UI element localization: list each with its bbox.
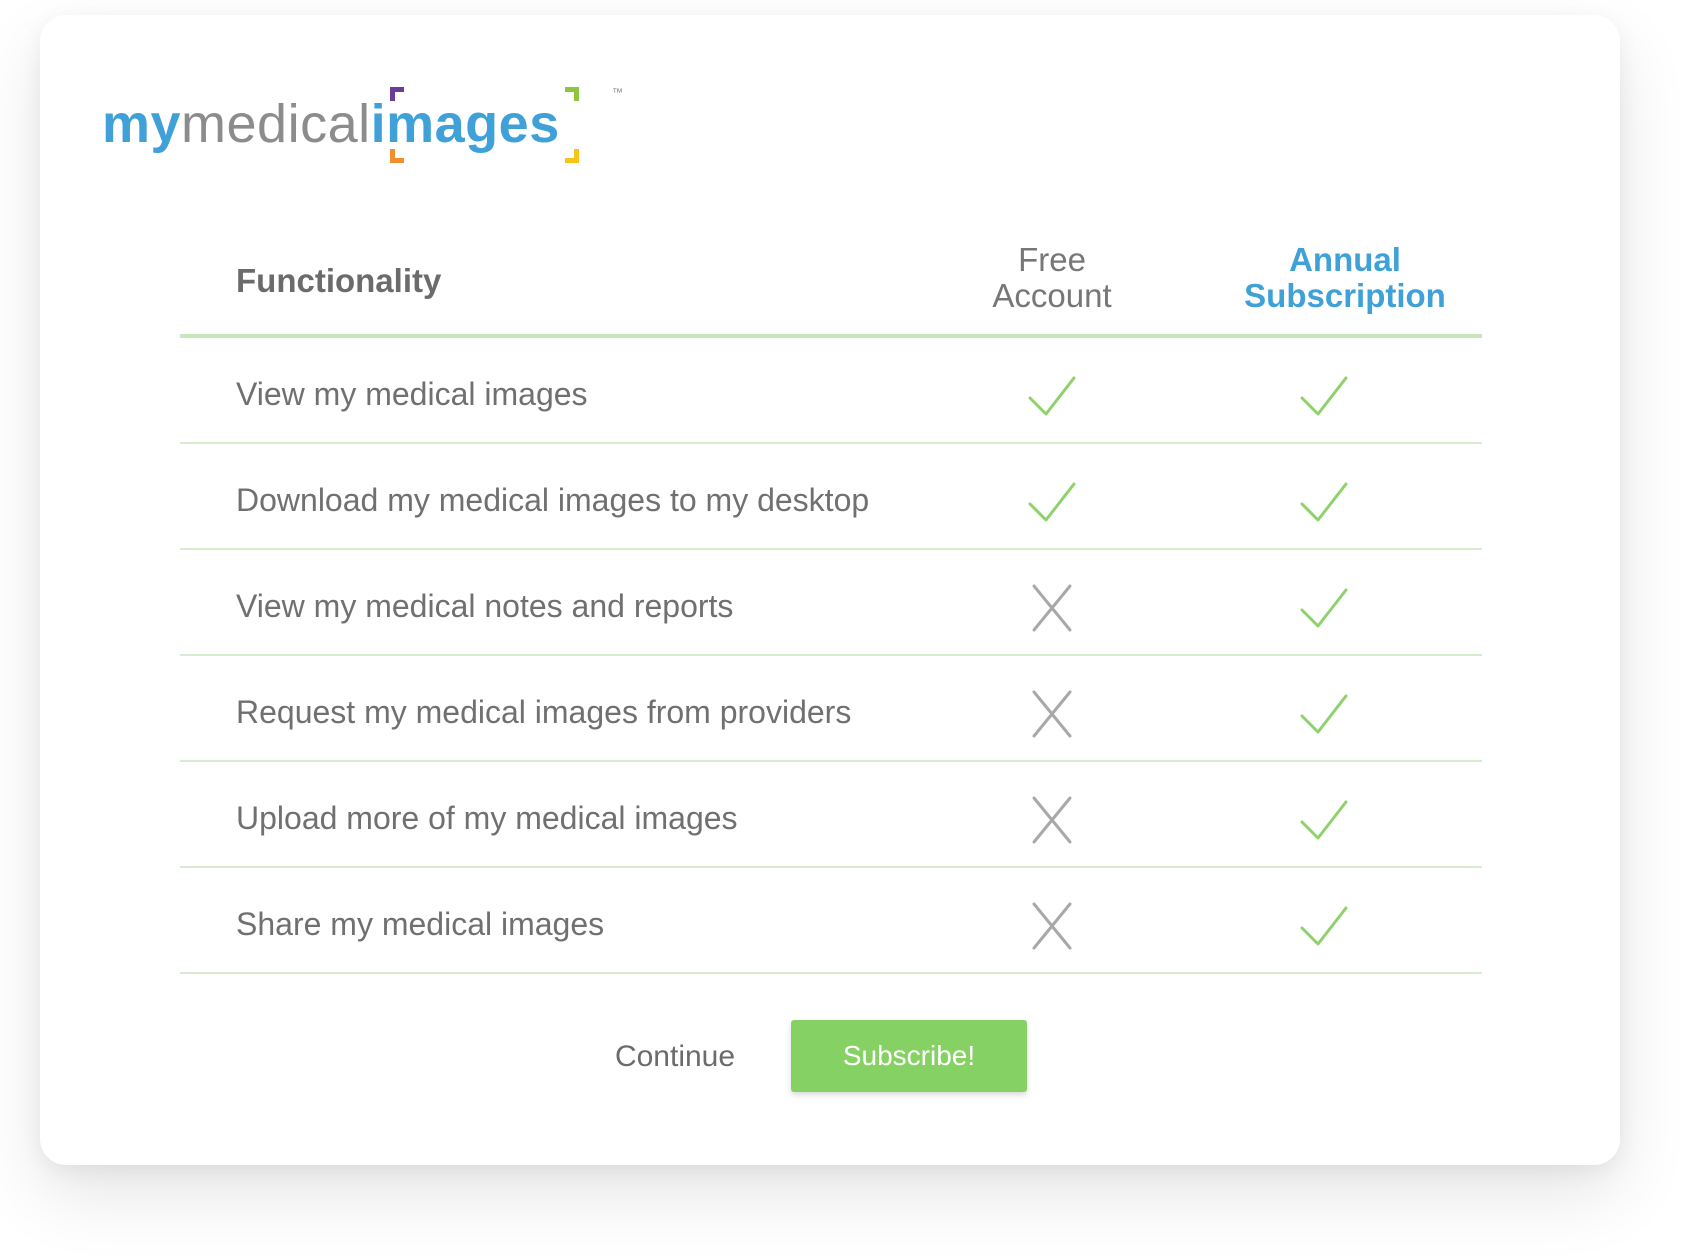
- header-functionality: Functionality: [236, 262, 442, 299]
- logo-part-images: images: [370, 94, 560, 154]
- table-header: Functionality Free Account Annual Subscr…: [180, 230, 1482, 338]
- table-row: View my medical notes and reports: [180, 550, 1482, 656]
- subscribe-button[interactable]: Subscribe!: [791, 1020, 1027, 1092]
- header-annual-subscription: Annual Subscription: [1244, 241, 1446, 314]
- annual-check-icon: [1284, 898, 1364, 954]
- logo-bracket-yellow-icon: [565, 149, 579, 163]
- free-check-icon: [1012, 474, 1092, 530]
- table-body: View my medical images Download my medica…: [180, 338, 1482, 974]
- mymedicalimages-logo: mymedicalimages ™: [102, 75, 642, 175]
- feature-label: Download my medical images to my desktop: [236, 482, 870, 518]
- feature-label: Share my medical images: [236, 906, 605, 942]
- feature-label: View my medical images: [236, 376, 588, 412]
- annual-check-icon: [1284, 686, 1364, 742]
- feature-comparison-table: Functionality Free Account Annual Subscr…: [180, 230, 1482, 974]
- annual-check-icon: [1284, 792, 1364, 848]
- annual-check-icon: [1284, 368, 1364, 424]
- logo-wordmark: mymedicalimages: [102, 97, 560, 151]
- table-row: View my medical images: [180, 338, 1482, 444]
- free-cross-icon: [1012, 580, 1092, 636]
- free-cross-icon: [1012, 898, 1092, 954]
- free-cross-icon: [1012, 792, 1092, 848]
- logo-part-my: my: [102, 94, 182, 154]
- action-bar: Continue Subscribe!: [40, 1020, 1620, 1094]
- table-row: Download my medical images to my desktop: [180, 444, 1482, 550]
- free-cross-icon: [1012, 686, 1092, 742]
- logo-bracket-purple-icon: [390, 87, 404, 101]
- continue-button[interactable]: Continue: [600, 1028, 750, 1086]
- table-row: Request my medical images from providers: [180, 656, 1482, 762]
- header-free-account: Free Account: [992, 241, 1112, 314]
- feature-label: View my medical notes and reports: [236, 588, 734, 624]
- table-row: Share my medical images: [180, 868, 1482, 974]
- feature-label: Upload more of my medical images: [236, 800, 738, 836]
- feature-label: Request my medical images from providers: [236, 694, 852, 730]
- annual-check-icon: [1284, 580, 1364, 636]
- annual-check-icon: [1284, 474, 1364, 530]
- comparison-dialog: mymedicalimages ™ Functionality Free Acc…: [40, 15, 1620, 1165]
- logo-bracket-orange-icon: [390, 149, 404, 163]
- logo-bracket-green-icon: [565, 87, 579, 101]
- table-row: Upload more of my medical images: [180, 762, 1482, 868]
- free-check-icon: [1012, 368, 1092, 424]
- logo-part-medical: medical: [181, 94, 371, 154]
- logo-trademark: ™: [612, 87, 623, 99]
